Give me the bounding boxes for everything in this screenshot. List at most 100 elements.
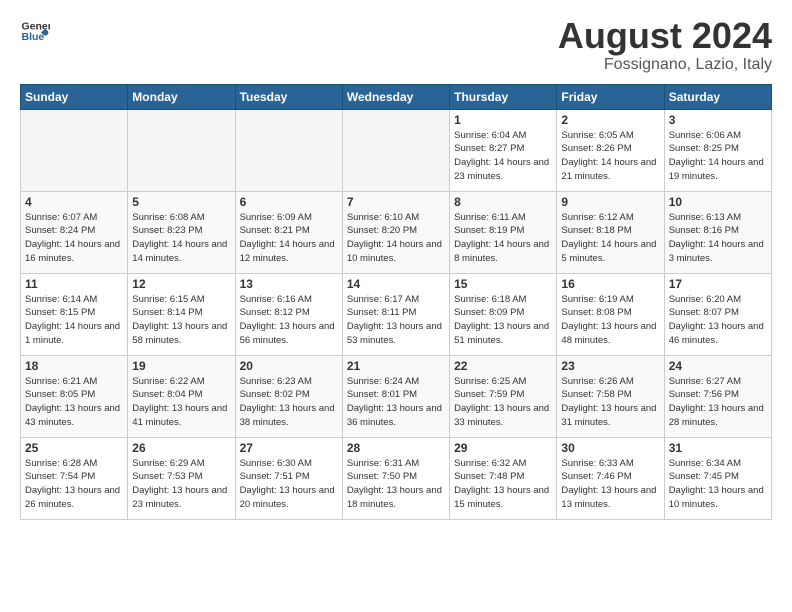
day-info: Sunrise: 6:27 AMSunset: 7:56 PMDaylight:…	[669, 375, 767, 430]
calendar-cell: 29Sunrise: 6:32 AMSunset: 7:48 PMDayligh…	[450, 437, 557, 519]
day-info: Sunrise: 6:23 AMSunset: 8:02 PMDaylight:…	[240, 375, 338, 430]
calendar-cell	[342, 109, 449, 191]
calendar-cell: 26 Sunrise: 6:29 AMSunset: 7:53 PMDayligh…	[128, 437, 235, 519]
day-info: Sunrise: 6:17 AMSunset: 8:11 PMDaylight:…	[347, 293, 445, 348]
day-number: 16	[561, 277, 659, 291]
day-number: 23	[561, 359, 659, 373]
day-number: 28	[347, 441, 445, 455]
calendar-week-row: 11 Sunrise: 6:14 AMSunset: 8:15 PMDayligh…	[21, 273, 772, 355]
weekday-header: Sunday	[21, 84, 128, 109]
calendar-cell: 27Sunrise: 6:30 AMSunset: 7:51 PMDayligh…	[235, 437, 342, 519]
calendar-cell: 19 Sunrise: 6:22 AMSunset: 8:04 PMDayligh…	[128, 355, 235, 437]
calendar-cell: 11 Sunrise: 6:14 AMSunset: 8:15 PMDayligh…	[21, 273, 128, 355]
calendar-week-row: 25 Sunrise: 6:28 AMSunset: 7:54 PMDayligh…	[21, 437, 772, 519]
day-info: Sunrise: 6:15 AMSunset: 8:14 PMDaylight:…	[132, 293, 230, 348]
day-number: 9	[561, 195, 659, 209]
day-info: Sunrise: 6:06 AMSunset: 8:25 PMDaylight:…	[669, 129, 767, 184]
day-number: 11	[25, 277, 123, 291]
day-info: Sunrise: 6:09 AMSunset: 8:21 PMDaylight:…	[240, 211, 338, 266]
day-number: 19	[132, 359, 230, 373]
calendar-cell: 9 Sunrise: 6:12 AMSunset: 8:18 PMDaylight…	[557, 191, 664, 273]
day-number: 25	[25, 441, 123, 455]
day-info: Sunrise: 6:07 AMSunset: 8:24 PMDaylight:…	[25, 211, 123, 266]
calendar-week-row: 18 Sunrise: 6:21 AMSunset: 8:05 PMDayligh…	[21, 355, 772, 437]
svg-text:Blue: Blue	[22, 31, 45, 43]
calendar-cell: 10 Sunrise: 6:13 AMSunset: 8:16 PMDayligh…	[664, 191, 771, 273]
weekday-header: Wednesday	[342, 84, 449, 109]
calendar-cell: 24 Sunrise: 6:27 AMSunset: 7:56 PMDayligh…	[664, 355, 771, 437]
day-number: 21	[347, 359, 445, 373]
month-title: August 2024	[558, 16, 772, 56]
day-number: 12	[132, 277, 230, 291]
calendar-cell: 30 Sunrise: 6:33 AMSunset: 7:46 PMDayligh…	[557, 437, 664, 519]
calendar-cell: 23 Sunrise: 6:26 AMSunset: 7:58 PMDayligh…	[557, 355, 664, 437]
day-number: 2	[561, 113, 659, 127]
day-info: Sunrise: 6:32 AMSunset: 7:48 PMDaylight:…	[454, 457, 552, 512]
day-number: 24	[669, 359, 767, 373]
weekday-header: Monday	[128, 84, 235, 109]
calendar-cell	[128, 109, 235, 191]
day-number: 5	[132, 195, 230, 209]
day-info: Sunrise: 6:26 AMSunset: 7:58 PMDaylight:…	[561, 375, 659, 430]
calendar-cell: 6Sunrise: 6:09 AMSunset: 8:21 PMDaylight…	[235, 191, 342, 273]
day-info: Sunrise: 6:08 AMSunset: 8:23 PMDaylight:…	[132, 211, 230, 266]
calendar-cell	[235, 109, 342, 191]
calendar-cell: 18 Sunrise: 6:21 AMSunset: 8:05 PMDayligh…	[21, 355, 128, 437]
day-number: 17	[669, 277, 767, 291]
page-container: General Blue August 2024 Fossignano, Laz…	[0, 0, 792, 530]
calendar-cell: 13Sunrise: 6:16 AMSunset: 8:12 PMDayligh…	[235, 273, 342, 355]
day-info: Sunrise: 6:22 AMSunset: 8:04 PMDaylight:…	[132, 375, 230, 430]
calendar-cell: 20 Sunrise: 6:23 AMSunset: 8:02 PMDayligh…	[235, 355, 342, 437]
calendar-cell: 4 Sunrise: 6:07 AMSunset: 8:24 PMDaylight…	[21, 191, 128, 273]
day-info: Sunrise: 6:30 AMSunset: 7:51 PMDaylight:…	[240, 457, 338, 512]
day-info: Sunrise: 6:20 AMSunset: 8:07 PMDaylight:…	[669, 293, 767, 348]
title-area: August 2024 Fossignano, Lazio, Italy	[558, 16, 772, 74]
day-info: Sunrise: 6:05 AMSunset: 8:26 PMDaylight:…	[561, 129, 659, 184]
day-info: Sunrise: 6:16 AMSunset: 8:12 PMDaylight:…	[240, 293, 338, 348]
day-info: Sunrise: 6:21 AMSunset: 8:05 PMDaylight:…	[25, 375, 123, 430]
day-number: 18	[25, 359, 123, 373]
weekday-header: Friday	[557, 84, 664, 109]
day-info: Sunrise: 6:33 AMSunset: 7:46 PMDaylight:…	[561, 457, 659, 512]
day-info: Sunrise: 6:24 AMSunset: 8:01 PMDaylight:…	[347, 375, 445, 430]
day-info: Sunrise: 6:13 AMSunset: 8:16 PMDaylight:…	[669, 211, 767, 266]
calendar-cell: 21 Sunrise: 6:24 AMSunset: 8:01 PMDayligh…	[342, 355, 449, 437]
day-info: Sunrise: 6:04 AMSunset: 8:27 PMDaylight:…	[454, 129, 552, 184]
day-info: Sunrise: 6:28 AMSunset: 7:54 PMDaylight:…	[25, 457, 123, 512]
day-number: 31	[669, 441, 767, 455]
day-number: 8	[454, 195, 552, 209]
day-info: Sunrise: 6:19 AMSunset: 8:08 PMDaylight:…	[561, 293, 659, 348]
weekday-header-row: SundayMondayTuesdayWednesdayThursdayFrid…	[21, 84, 772, 109]
calendar-cell: 22 Sunrise: 6:25 AMSunset: 7:59 PMDayligh…	[450, 355, 557, 437]
calendar-cell: 8 Sunrise: 6:11 AMSunset: 8:19 PMDaylight…	[450, 191, 557, 273]
header: General Blue August 2024 Fossignano, Laz…	[20, 16, 772, 74]
day-number: 20	[240, 359, 338, 373]
day-number: 4	[25, 195, 123, 209]
logo-icon: General Blue	[20, 16, 50, 46]
day-info: Sunrise: 6:34 AMSunset: 7:45 PMDaylight:…	[669, 457, 767, 512]
calendar-table: SundayMondayTuesdayWednesdayThursdayFrid…	[20, 84, 772, 520]
calendar-cell	[21, 109, 128, 191]
day-number: 30	[561, 441, 659, 455]
day-info: Sunrise: 6:31 AMSunset: 7:50 PMDaylight:…	[347, 457, 445, 512]
logo: General Blue	[20, 16, 50, 46]
calendar-cell: 16 Sunrise: 6:19 AMSunset: 8:08 PMDayligh…	[557, 273, 664, 355]
day-info: Sunrise: 6:29 AMSunset: 7:53 PMDaylight:…	[132, 457, 230, 512]
calendar-cell: 14Sunrise: 6:17 AMSunset: 8:11 PMDayligh…	[342, 273, 449, 355]
day-info: Sunrise: 6:10 AMSunset: 8:20 PMDaylight:…	[347, 211, 445, 266]
day-number: 22	[454, 359, 552, 373]
calendar-cell: 17 Sunrise: 6:20 AMSunset: 8:07 PMDayligh…	[664, 273, 771, 355]
calendar-cell: 25 Sunrise: 6:28 AMSunset: 7:54 PMDayligh…	[21, 437, 128, 519]
calendar-cell: 7Sunrise: 6:10 AMSunset: 8:20 PMDaylight…	[342, 191, 449, 273]
day-info: Sunrise: 6:14 AMSunset: 8:15 PMDaylight:…	[25, 293, 123, 348]
day-info: Sunrise: 6:11 AMSunset: 8:19 PMDaylight:…	[454, 211, 552, 266]
calendar-cell: 2 Sunrise: 6:05 AMSunset: 8:26 PMDaylight…	[557, 109, 664, 191]
day-info: Sunrise: 6:25 AMSunset: 7:59 PMDaylight:…	[454, 375, 552, 430]
calendar-cell: 28 Sunrise: 6:31 AMSunset: 7:50 PMDayligh…	[342, 437, 449, 519]
calendar-cell: 1 Sunrise: 6:04 AMSunset: 8:27 PMDaylight…	[450, 109, 557, 191]
day-number: 26	[132, 441, 230, 455]
day-number: 10	[669, 195, 767, 209]
day-info: Sunrise: 6:12 AMSunset: 8:18 PMDaylight:…	[561, 211, 659, 266]
day-number: 1	[454, 113, 552, 127]
day-number: 3	[669, 113, 767, 127]
